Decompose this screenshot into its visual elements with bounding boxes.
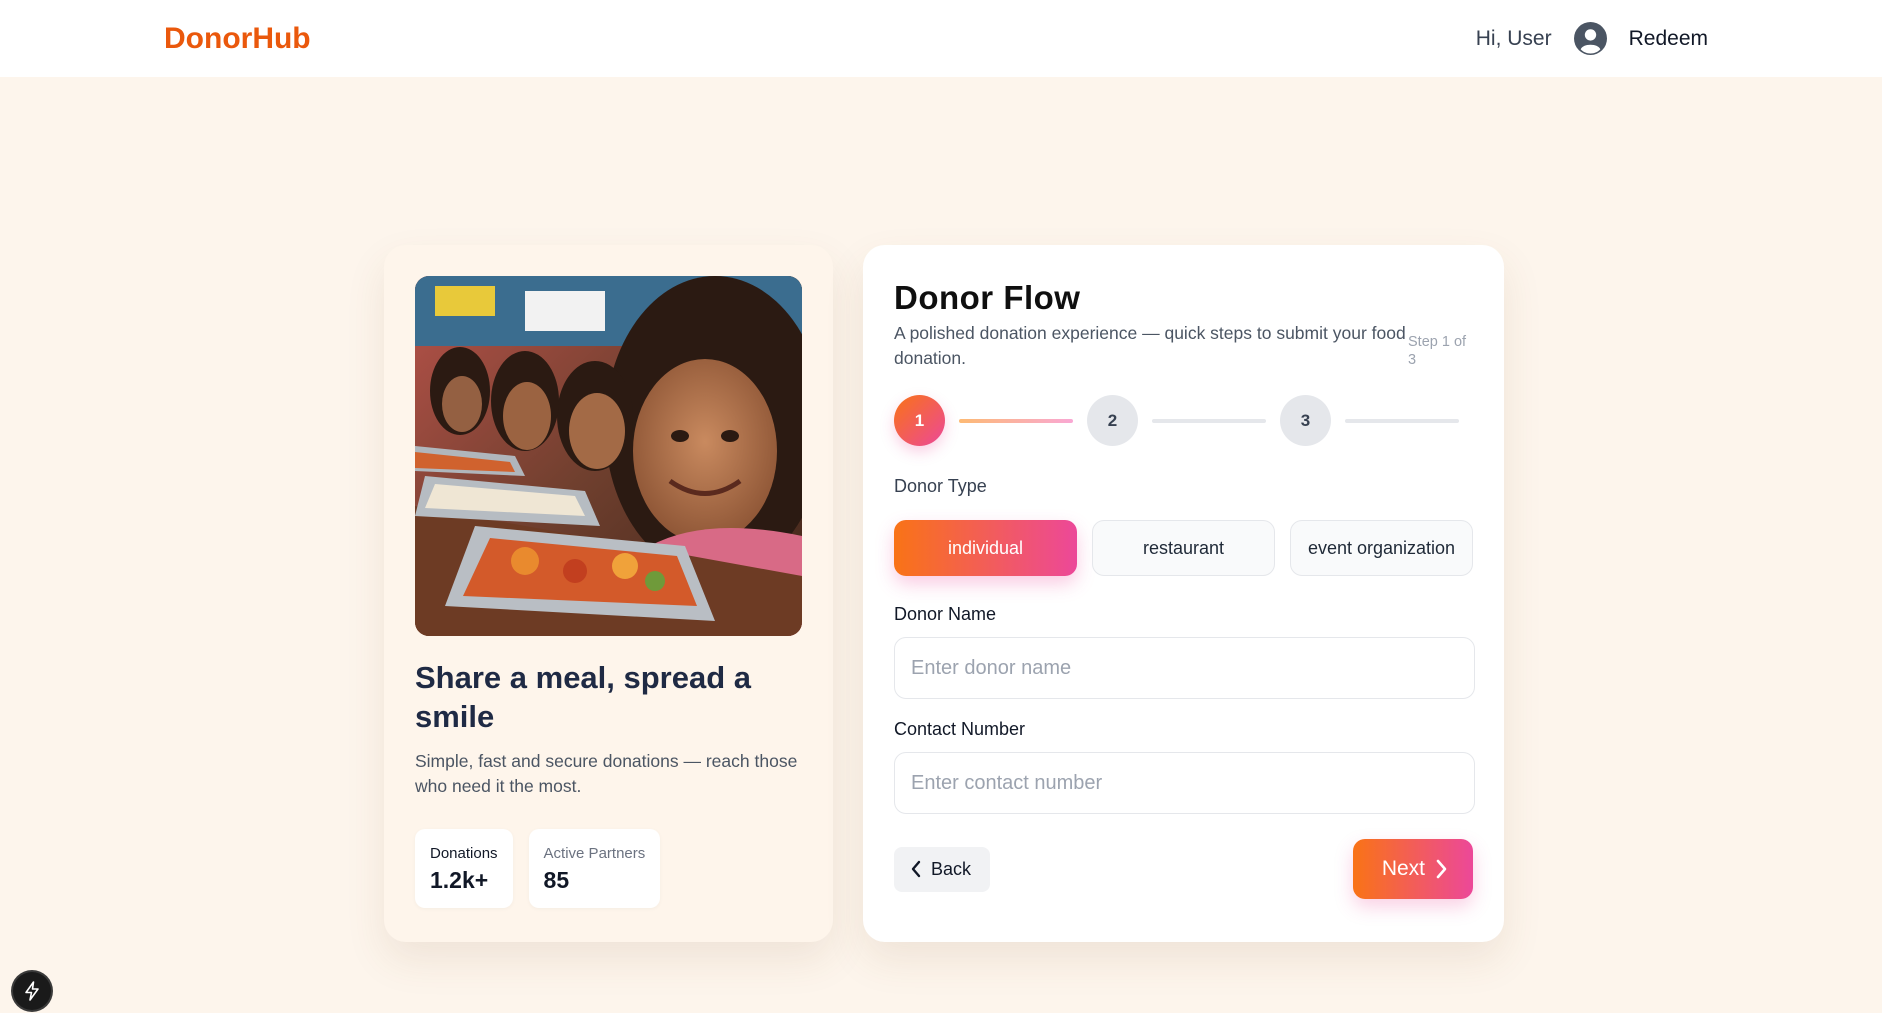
donor-type-event-organization[interactable]: event organization (1290, 520, 1473, 576)
step-connector (959, 418, 1073, 423)
step-indicator: Step 1 of 3 (1408, 334, 1467, 368)
flow-header: Donor Flow A polished donation experienc… (894, 279, 1473, 371)
user-circle-icon[interactable] (1573, 22, 1607, 55)
page-subtitle: A polished donation experience — quick s… (894, 323, 1406, 368)
donor-name-label: Donor Name (894, 604, 997, 624)
back-label: Back (931, 858, 972, 879)
lightning-icon (25, 981, 39, 1001)
donor-type-label: Donor Type (894, 476, 987, 496)
contact-number-label: Contact Number (894, 719, 1026, 739)
donor-type-restaurant[interactable]: restaurant (1092, 520, 1275, 576)
promo-title: Share a meal, spread a smile (415, 660, 752, 734)
step-connector (1345, 418, 1459, 423)
donor-type-individual[interactable]: individual (894, 520, 1077, 576)
donor-flow-card: Donor Flow A polished donation experienc… (863, 245, 1504, 942)
stat-label: Active Partners (543, 845, 646, 862)
top-nav: DonorHub Hi, User Redeem (0, 0, 1882, 77)
stat-donations: Donations 1.2k+ (415, 829, 513, 908)
contact-number-input[interactable] (894, 752, 1475, 814)
page-title: Donor Flow (894, 279, 1081, 316)
promo-description: Simple, fast and secure donations — reac… (415, 751, 798, 796)
stat-active-partners: Active Partners 85 (528, 829, 661, 908)
chevron-left-icon (911, 860, 921, 878)
next-label: Next (1381, 857, 1425, 880)
lightning-button[interactable] (13, 972, 51, 1010)
step-2[interactable]: 2 (1087, 395, 1138, 446)
stat-value: 85 (543, 867, 570, 893)
stats-row: Donations 1.2k+ Active Partners 85 (415, 829, 802, 908)
children-meal-photo (415, 276, 802, 636)
form-actions: Back Next (894, 839, 1473, 899)
stat-label: Donations (430, 845, 498, 862)
promo-card: Share a meal, spread a smile Simple, fas… (384, 245, 833, 942)
donor-name-input[interactable] (894, 637, 1475, 699)
donor-type-options: individual restaurant event organization (894, 520, 1473, 576)
brand-logo[interactable]: DonorHub (164, 22, 311, 56)
stepper: 1 2 3 (894, 395, 1473, 446)
user-area: Hi, User Redeem (1476, 22, 1708, 55)
redeem-link[interactable]: Redeem (1629, 27, 1708, 51)
step-connector (1152, 418, 1266, 423)
stat-value: 1.2k+ (430, 867, 489, 893)
step-3[interactable]: 3 (1280, 395, 1331, 446)
user-greeting: Hi, User (1475, 26, 1552, 50)
step-1[interactable]: 1 (894, 395, 945, 446)
chevron-right-icon (1436, 859, 1447, 879)
next-button[interactable]: Next (1352, 839, 1473, 899)
back-button[interactable]: Back (894, 846, 991, 892)
